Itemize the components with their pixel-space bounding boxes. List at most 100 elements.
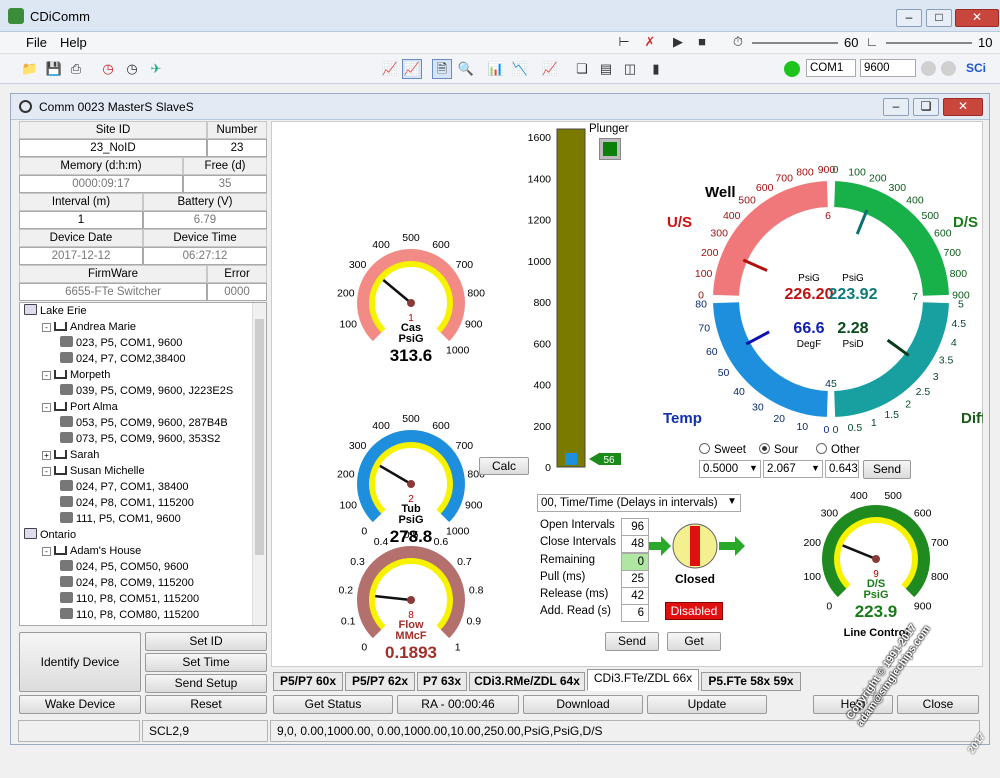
close-window-button[interactable]: ✕ xyxy=(955,9,999,27)
tile-h-icon[interactable]: ▤ xyxy=(596,59,616,79)
pull-field[interactable]: 25 xyxy=(621,570,649,588)
wake-device-button[interactable]: Wake Device xyxy=(19,695,141,714)
preview-icon[interactable]: 🔍 xyxy=(456,59,476,79)
set-id-button[interactable]: Set ID xyxy=(145,632,267,651)
tree-node[interactable]: - Susan Michelle xyxy=(42,463,145,479)
graph3-icon[interactable]: 📈 xyxy=(540,59,560,79)
port-field[interactable]: COM1 xyxy=(806,59,856,77)
menu-file[interactable]: File xyxy=(26,35,47,50)
expand-icon[interactable]: + xyxy=(42,451,51,460)
play-icon[interactable]: ▶ xyxy=(668,32,688,52)
tree-node[interactable]: 024, P7, COM1, 38400 xyxy=(60,479,189,495)
download-button[interactable]: Download xyxy=(523,695,643,714)
expand-icon[interactable]: - xyxy=(42,547,51,556)
trend-icon[interactable]: 📈 xyxy=(402,59,422,79)
child-minimize-button[interactable]: – xyxy=(883,98,909,116)
tree-node[interactable]: 023, P5, COM1, 9600 xyxy=(60,335,182,351)
page-icon[interactable]: 🗎 xyxy=(432,59,452,79)
well-diff-tick: 0.5 xyxy=(848,422,863,434)
cascade-icon[interactable]: ❏ xyxy=(572,59,592,79)
release-field[interactable]: 42 xyxy=(621,587,649,605)
well-us-value: 226.20 xyxy=(785,286,834,303)
tree-node[interactable]: - Morpeth xyxy=(42,367,110,383)
tree-node[interactable]: Ontario xyxy=(24,527,76,543)
tab-p7-63x[interactable]: P7 63x xyxy=(417,672,467,691)
node-icon[interactable]: ⊢ xyxy=(614,32,634,52)
expand-icon[interactable]: - xyxy=(42,323,51,332)
tree-node[interactable]: - Andrea Marie xyxy=(42,319,136,335)
tree-node[interactable]: - Adam's House xyxy=(42,543,141,559)
scroll-thumb[interactable] xyxy=(255,319,264,555)
val3-field[interactable]: 0.643 xyxy=(825,460,859,478)
baud-field[interactable]: 9600 xyxy=(860,59,916,77)
delete-node-icon[interactable]: ✗ xyxy=(640,32,660,52)
graph2-icon[interactable]: 📉 xyxy=(510,59,530,79)
expand-icon[interactable]: - xyxy=(42,467,51,476)
tree-node[interactable]: 110, P8, COM80, 115200 xyxy=(60,607,199,623)
menu-help[interactable]: Help xyxy=(60,35,87,50)
tab-fte-66x[interactable]: CDi3.FTe/ZDL 66x xyxy=(587,669,699,691)
open-intervals-field[interactable]: 96 xyxy=(621,518,649,536)
gas-send-button[interactable]: Send xyxy=(863,460,911,479)
expand-icon[interactable]: - xyxy=(42,371,51,380)
tree-scrollbar[interactable] xyxy=(252,303,266,625)
chart-scale-icon: ∟ xyxy=(865,34,879,49)
save-icon[interactable]: 💾 xyxy=(44,59,64,79)
app-icon xyxy=(8,8,24,24)
scale-slider[interactable] xyxy=(886,42,972,44)
radio-other[interactable]: Other xyxy=(816,443,860,456)
gauge-icon[interactable]: ◷ xyxy=(98,59,118,79)
get-status-button[interactable]: Get Status xyxy=(273,695,393,714)
tab-p5p7-62x[interactable]: P5/P7 62x xyxy=(345,672,415,691)
tree-node[interactable]: + Sarah xyxy=(42,447,99,463)
open-icon[interactable]: 📁 xyxy=(20,59,40,79)
tree-node[interactable]: Lake Erie xyxy=(24,303,86,319)
tree-node[interactable]: 024, P8, COM9, 115200 xyxy=(60,575,194,591)
interval-slider[interactable] xyxy=(752,42,838,44)
identify-device-button[interactable]: Identify Device xyxy=(19,632,141,692)
ra-button[interactable]: RA - 00:00:46 xyxy=(397,695,519,714)
plane-icon[interactable]: ✈ xyxy=(146,59,166,79)
clock-icon[interactable]: ◷ xyxy=(122,59,142,79)
close-intervals-field[interactable]: 48 xyxy=(621,535,649,553)
set-time-button[interactable]: Set Time xyxy=(145,653,267,672)
tree-node[interactable]: 024, P5, COM50, 9600 xyxy=(60,559,189,575)
maximize-button[interactable]: □ xyxy=(926,9,952,27)
print-icon[interactable]: ⎙ xyxy=(66,59,86,79)
update-button[interactable]: Update xyxy=(647,695,767,714)
expand-icon[interactable]: - xyxy=(42,403,51,412)
tree-node[interactable]: 111, P5, COM1, 9600 xyxy=(60,511,181,527)
radio-sour[interactable]: Sour xyxy=(759,443,798,456)
tab-p5p7-60x[interactable]: P5/P7 60x xyxy=(273,672,343,691)
graph1-icon[interactable]: 📊 xyxy=(486,59,506,79)
tab-rme-64x[interactable]: CDi3.RMe/ZDL 64x xyxy=(469,672,585,691)
child-restore-button[interactable]: ❏ xyxy=(913,98,939,116)
add-read-field[interactable]: 6 xyxy=(621,604,649,622)
reset-button[interactable]: Reset xyxy=(145,695,267,714)
chart-icon[interactable]: 📈 xyxy=(380,59,400,79)
child-close-button[interactable]: ✕ xyxy=(943,98,983,116)
tree-node[interactable]: 110, P8, COM51, 115200 xyxy=(60,591,199,607)
tree-node[interactable]: 024, P8, COM1, 115200 xyxy=(60,495,194,511)
timing-get-button[interactable]: Get xyxy=(667,632,721,651)
cas-tick-label: 900 xyxy=(465,318,483,330)
timing-send-button[interactable]: Send xyxy=(605,632,659,651)
tab-p5fte-58x[interactable]: P5.FTe 58x 59x xyxy=(701,672,801,691)
minimize-button[interactable]: – xyxy=(896,9,922,27)
tile-v-icon[interactable]: ◫ xyxy=(620,59,640,79)
tree-node[interactable]: 039, P5, COM9, 9600, J223E2S xyxy=(60,383,233,399)
radio-sweet[interactable]: Sweet xyxy=(699,443,746,456)
interval-field[interactable]: 1 xyxy=(19,211,143,229)
tree-node[interactable]: 073, P5, COM9, 9600, 353S2 xyxy=(60,431,220,447)
site-id-field[interactable]: 23_NoID xyxy=(19,139,207,157)
device-tree[interactable]: Lake Erie - Andrea Marie 023, P5, COM1, 960… xyxy=(19,302,267,626)
calc-button[interactable]: Calc xyxy=(479,457,529,475)
mode-select[interactable]: 00, Time/Time (Delays in intervals) xyxy=(537,494,741,512)
number-field[interactable]: 23 xyxy=(207,139,267,157)
well-diff-tick: 3 xyxy=(933,371,939,383)
stop-icon[interactable]: ■ xyxy=(692,32,712,52)
tree-node[interactable]: 024, P7, COM2,38400 xyxy=(60,351,185,367)
tree-node[interactable]: - Port Alma xyxy=(42,399,118,415)
send-setup-button[interactable]: Send Setup xyxy=(145,674,267,693)
tree-node[interactable]: 053, P5, COM9, 9600, 287B4B xyxy=(60,415,228,431)
